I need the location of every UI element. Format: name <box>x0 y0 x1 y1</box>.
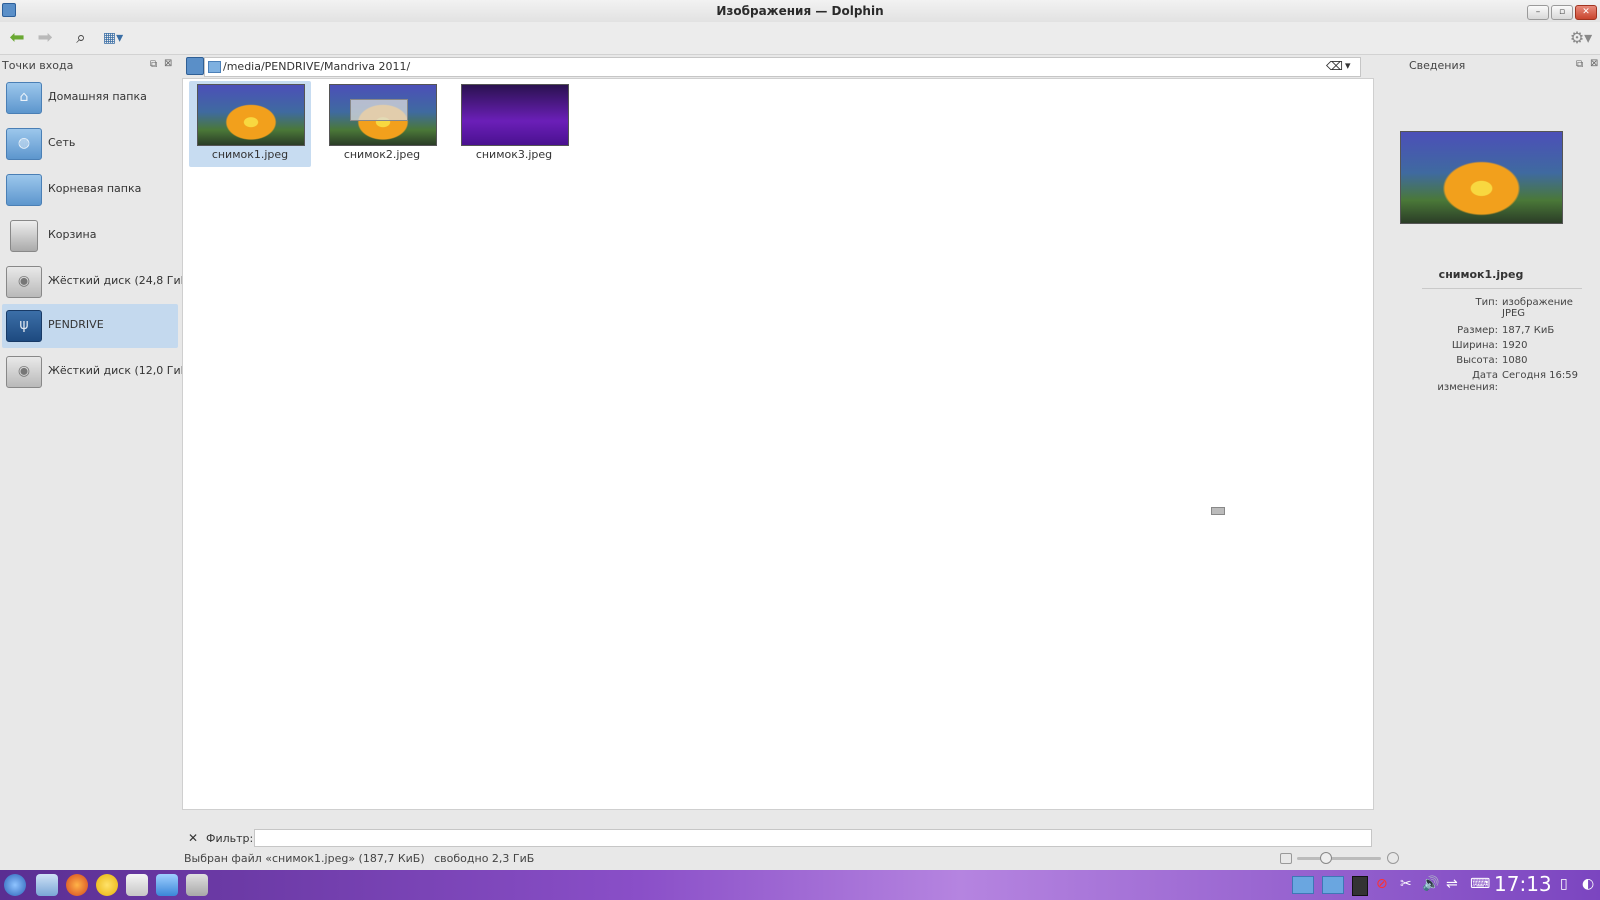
window-title: Изображения — Dolphin <box>716 4 884 18</box>
usb-tray-icon[interactable] <box>1352 876 1368 896</box>
places-header: Точки входа <box>2 59 74 72</box>
usb-drive-icon: ψ <box>6 310 42 342</box>
home-folder-icon: ⌂ <box>6 82 42 114</box>
preview-image <box>1400 131 1563 224</box>
place-label: PENDRIVE <box>48 318 104 331</box>
search-icon[interactable]: ⌕ <box>68 26 94 50</box>
info-key: Ширина: <box>1451 340 1498 351</box>
info-value: Сегодня 16:59 <box>1502 370 1578 381</box>
clipboard-tray-icon[interactable]: ✂ <box>1400 876 1412 896</box>
file-item[interactable]: снимок1.jpeg <box>189 81 311 167</box>
place-label: Корневая папка <box>48 182 142 195</box>
close-button[interactable]: ✕ <box>1575 5 1597 20</box>
folder-icon <box>208 61 221 73</box>
place-hard-disk-24[interactable]: ◉ Жёсткий диск (24,8 ГиБ) <box>2 260 192 304</box>
panel-float-icon[interactable]: ⧉ <box>1576 59 1583 70</box>
location-path-field[interactable]: /media/PENDRIVE/Mandriva 2011/ ⌫ ▾ <box>204 57 1361 77</box>
zoom-slider-handle[interactable] <box>1320 852 1332 864</box>
close-filter-icon[interactable]: ✕ <box>188 831 198 845</box>
file-view[interactable]: снимок1.jpeg снимок2.jpeg снимок3.jpeg <box>182 78 1374 810</box>
filter-input[interactable] <box>254 829 1372 847</box>
zoom-in-icon[interactable] <box>1387 852 1399 864</box>
info-key: Размер: <box>1457 325 1498 336</box>
place-label: Жёсткий диск (24,8 ГиБ) <box>48 274 193 287</box>
volume-tray-icon[interactable]: 🔊 <box>1422 876 1439 896</box>
filter-label: Фильтр: <box>206 832 254 845</box>
info-value: 1920 <box>1502 340 1528 351</box>
start-menu-icon[interactable] <box>4 874 26 896</box>
system-settings-icon[interactable] <box>186 874 208 896</box>
image-thumbnail <box>197 84 305 146</box>
info-divider <box>1422 288 1582 289</box>
file-item[interactable]: снимок2.jpeg <box>321 81 443 167</box>
title-bar: Изображения — Dolphin – ▫ ✕ <box>0 0 1600 22</box>
zoom-out-icon[interactable] <box>1280 853 1292 864</box>
location-path-text: /media/PENDRIVE/Mandriva 2011/ <box>223 60 411 73</box>
root-folder-icon <box>6 174 42 206</box>
info-key: Дата изменения: <box>1437 370 1498 393</box>
info-value: 187,7 КиБ <box>1502 325 1555 336</box>
folder-tray-icon[interactable] <box>1322 876 1344 894</box>
clear-path-icon[interactable]: ⌫ <box>1326 59 1343 73</box>
place-label: Сеть <box>48 136 76 149</box>
image-thumbnail <box>461 84 569 146</box>
info-file-name: снимок1.jpeg <box>1438 268 1524 281</box>
computer-icon[interactable] <box>186 57 204 75</box>
info-key: Высота: <box>1456 355 1498 366</box>
clock[interactable]: 17:13 <box>1494 872 1552 896</box>
panel-close-icon[interactable]: ⊠ <box>164 58 172 69</box>
file-item[interactable]: снимок3.jpeg <box>453 81 575 167</box>
place-label: Домашняя папка <box>48 90 147 103</box>
hard-disk-icon: ◉ <box>6 266 42 298</box>
file-manager-icon[interactable] <box>36 874 58 896</box>
place-label: Корзина <box>48 228 97 241</box>
info-header: Сведения <box>1409 59 1466 72</box>
place-network[interactable]: ◍ Сеть <box>2 122 178 166</box>
panel-float-icon[interactable]: ⧉ <box>150 59 157 70</box>
mail-icon[interactable] <box>126 874 148 896</box>
file-name: снимок3.jpeg <box>475 148 553 161</box>
image-thumbnail <box>329 84 437 146</box>
info-value: 1080 <box>1502 355 1528 366</box>
zoom-slider[interactable] <box>1297 857 1381 860</box>
info-key: Тип: <box>1475 297 1498 308</box>
place-label: Жёсткий диск (12,0 ГиБ) <box>48 364 193 377</box>
firefox-icon[interactable] <box>66 874 88 896</box>
trash-tray-icon[interactable]: ▯ <box>1560 876 1568 896</box>
network-tray-icon[interactable]: ⇌ <box>1446 876 1458 896</box>
minimize-button[interactable]: – <box>1527 5 1549 20</box>
free-space-status: свободно 2,3 ГиБ <box>434 852 535 865</box>
places-panel: Точки входа ⧉ ⊠ ⌂ Домашняя папка ◍ Сеть … <box>0 56 192 848</box>
place-root[interactable]: Корневая папка <box>2 168 178 212</box>
view-mode-icon[interactable]: ▦▾ <box>98 26 128 50</box>
status-text: Выбран файл «снимок1.jpeg» (187,7 КиБ) с… <box>184 852 534 865</box>
place-trash[interactable]: Корзина <box>2 214 178 258</box>
info-value: изображение JPEG <box>1502 297 1573 319</box>
place-pendrive[interactable]: ψ PENDRIVE <box>2 304 178 348</box>
panel-close-icon[interactable]: ⊠ <box>1590 58 1598 69</box>
trash-icon <box>10 220 38 252</box>
maximize-button[interactable]: ▫ <box>1551 5 1573 20</box>
network-folder-icon: ◍ <box>6 128 42 160</box>
file-name: снимок1.jpeg <box>211 148 289 161</box>
place-home[interactable]: ⌂ Домашняя папка <box>2 76 178 120</box>
show-desktop-icon[interactable]: ◐ <box>1582 876 1594 896</box>
hard-disk-icon: ◉ <box>6 356 42 388</box>
history-dropdown-icon[interactable]: ▾ <box>1345 59 1351 72</box>
folder-tray-icon[interactable] <box>1292 876 1314 894</box>
back-arrow-icon[interactable]: ⬅ <box>4 26 30 50</box>
chat-icon[interactable] <box>96 874 118 896</box>
update-tray-icon[interactable]: ⊘ <box>1376 876 1388 896</box>
place-hard-disk-12[interactable]: ◉ Жёсткий диск (12,0 ГиБ) <box>2 350 192 394</box>
forward-arrow-icon[interactable]: ➡ <box>32 26 58 50</box>
settings-gear-icon[interactable]: ⚙▾ <box>1566 26 1596 50</box>
file-name: снимок2.jpeg <box>343 148 421 161</box>
selection-status: Выбран файл «снимок1.jpeg» (187,7 КиБ) <box>184 852 425 865</box>
media-player-icon[interactable] <box>156 874 178 896</box>
toolbar <box>0 22 1600 55</box>
keyboard-tray-icon[interactable]: ⌨ <box>1470 876 1490 896</box>
cursor-drag-icon <box>1211 507 1225 515</box>
